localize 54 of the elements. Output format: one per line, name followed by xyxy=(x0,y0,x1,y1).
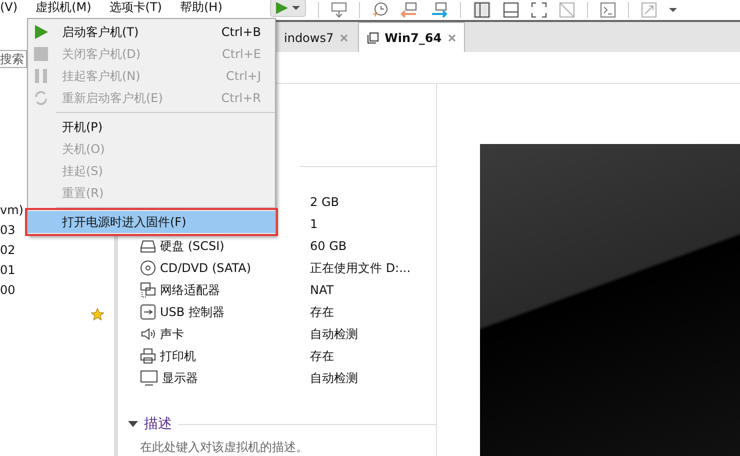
close-icon[interactable] xyxy=(448,34,456,42)
device-name: CD/DVD (SATA) xyxy=(160,261,252,275)
device-name: 显示器 xyxy=(162,370,198,386)
disc-icon xyxy=(140,260,156,276)
device-name: 网络适配器 xyxy=(160,282,220,298)
send-keys-icon[interactable] xyxy=(331,2,348,18)
stop-icon xyxy=(34,47,48,61)
device-value: NAT xyxy=(310,283,334,297)
usb-icon xyxy=(140,304,156,320)
device-name: 打印机 xyxy=(160,348,196,364)
device-value: 自动检测 xyxy=(310,370,358,386)
device-value: 1 xyxy=(310,217,318,231)
tab[interactable]: Win7_64 xyxy=(358,22,465,52)
menu-item[interactable]: 开机(P) xyxy=(28,116,275,138)
device-value: 自动检测 xyxy=(310,326,358,342)
description-placeholder[interactable]: 在此处键入对该虚拟机的描述。 xyxy=(140,439,436,456)
menu-item[interactable]: 虚拟机(M) xyxy=(36,0,92,14)
library-item[interactable]: 02 xyxy=(0,240,114,260)
search-field[interactable]: 搜索 xyxy=(0,50,27,68)
device-name: 硬盘 (SCSI) xyxy=(160,238,224,254)
device-value: 存在 xyxy=(310,304,334,320)
library-item[interactable]: 00 xyxy=(0,280,114,300)
device-name: 声卡 xyxy=(160,326,184,342)
power-button[interactable] xyxy=(270,0,306,17)
play-icon xyxy=(34,25,48,39)
sidebar-layout-icon[interactable] xyxy=(474,2,490,18)
section-title: 描述 xyxy=(144,415,172,433)
play-icon xyxy=(276,2,288,14)
network-icon xyxy=(140,282,156,298)
star-icon xyxy=(91,308,104,321)
device-value: 存在 xyxy=(310,348,334,364)
revert-snapshot-icon[interactable] xyxy=(400,2,418,18)
device-value: 60 GB xyxy=(310,239,347,253)
fullscreen-icon[interactable] xyxy=(531,2,548,18)
snapshot-clock-icon[interactable] xyxy=(372,2,388,18)
device-value: 2 GB xyxy=(310,195,339,209)
expand-icon[interactable] xyxy=(128,421,138,427)
snapshot-manager-icon[interactable] xyxy=(430,2,448,18)
library-item[interactable]: 01 xyxy=(0,260,114,280)
menu-item[interactable]: 打开电源时进入固件(F) xyxy=(28,211,275,233)
vm-tab-icon xyxy=(366,32,379,44)
device-value: 正在使用文件 D:... xyxy=(310,260,411,276)
speaker-icon xyxy=(140,326,156,342)
menu-item[interactable]: (V) xyxy=(0,0,18,14)
monitor-icon xyxy=(140,370,158,386)
menu-item[interactable]: 启动客户机(T) Ctrl+B xyxy=(28,21,275,43)
panel-layout-icon[interactable] xyxy=(503,2,520,18)
printer-icon xyxy=(140,348,156,364)
device-name: USB 控制器 xyxy=(160,304,224,320)
menu-item[interactable]: 帮助(H) xyxy=(180,0,222,14)
restart-icon xyxy=(34,91,48,105)
menu-item[interactable]: 选项卡(T) xyxy=(109,0,162,14)
pause-icon xyxy=(34,69,48,83)
console-icon[interactable] xyxy=(600,2,616,18)
